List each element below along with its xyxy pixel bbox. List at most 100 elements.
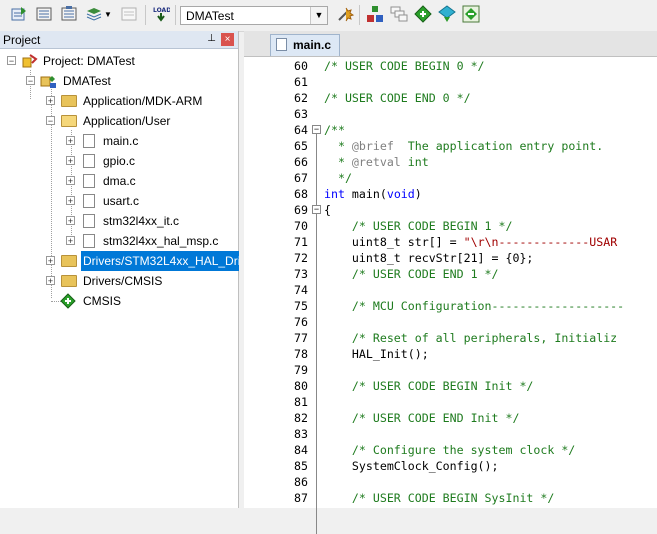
c-file-icon	[276, 38, 287, 51]
folder-open-icon	[61, 115, 77, 127]
pack-installer-icon[interactable]	[414, 5, 432, 23]
tree-item-group[interactable]: + Drivers/CMSIS	[0, 271, 238, 291]
expand-icon[interactable]: +	[66, 156, 75, 166]
tree-item-label: DMATest	[63, 74, 111, 88]
run-time-env-icon[interactable]	[438, 5, 456, 23]
code-line[interactable]: /* USER CODE BEGIN Init */	[324, 378, 534, 394]
collapse-icon[interactable]: −	[26, 76, 35, 86]
svg-text:LOAD: LOAD	[153, 7, 170, 14]
line-number: 79	[294, 363, 308, 377]
toolbar-separator	[359, 5, 360, 25]
code-line[interactable]: /* USER CODE END Init */	[324, 410, 520, 426]
code-line[interactable]: uint8_t recvStr[21] = {0};	[324, 250, 534, 266]
expand-icon[interactable]: +	[66, 196, 75, 206]
code-line[interactable]: SystemClock_Config();	[324, 458, 499, 474]
c-file-icon	[83, 194, 95, 208]
tree-item-label: CMSIS	[83, 294, 122, 308]
tree-item-component[interactable]: CMSIS	[0, 291, 238, 311]
code-line[interactable]: int main(void)	[324, 186, 422, 202]
line-number: 77	[294, 331, 308, 345]
pin-icon[interactable]: ⊥	[207, 33, 216, 44]
line-number: 75	[294, 299, 308, 313]
expand-icon[interactable]: +	[46, 96, 55, 106]
target-select[interactable]: DMATest ▼	[180, 6, 328, 25]
line-number: 61	[294, 75, 308, 89]
c-file-icon	[83, 174, 95, 188]
line-number: 65	[294, 139, 308, 153]
tree-item-file[interactable]: + stm32l4xx_hal_msp.c	[0, 231, 238, 251]
c-file-icon	[83, 234, 95, 248]
tree-item-label: gpio.c	[103, 154, 136, 168]
toolbar: ▼ LOAD DMATest ▼	[0, 0, 657, 32]
expand-icon[interactable]: +	[46, 256, 55, 266]
expand-icon[interactable]: +	[66, 136, 75, 146]
c-file-icon	[83, 214, 95, 228]
line-number-gutter: − − 60 61 62 63 64 65 66 67 68 69 70 71 72 73 74 75 76 77…	[244, 57, 321, 534]
code-line[interactable]: /* USER CODE END 0 */	[324, 90, 471, 106]
tree-item-file[interactable]: + stm32l4xx_it.c	[0, 211, 238, 231]
expand-icon[interactable]: +	[46, 276, 55, 286]
rebuild-icon[interactable]	[60, 5, 78, 23]
line-number: 72	[294, 251, 308, 265]
line-number: 60	[294, 59, 308, 73]
line-number: 69	[294, 203, 308, 217]
expand-icon[interactable]: +	[66, 236, 75, 246]
tree-item-label: Application/MDK-ARM	[83, 94, 203, 108]
tree-item-group[interactable]: − Application/User	[0, 111, 238, 131]
tab-main-c[interactable]: main.c	[270, 34, 340, 56]
code-line[interactable]: /* MCU Configuration-------------------	[324, 298, 624, 314]
close-icon[interactable]: ×	[221, 33, 234, 46]
code-line[interactable]: */	[324, 170, 352, 186]
cmsis-component-icon	[60, 293, 76, 315]
expand-icon[interactable]: +	[66, 216, 75, 226]
build-icon[interactable]	[35, 5, 53, 23]
tree-item-file[interactable]: + dma.c	[0, 171, 238, 191]
tab-label: main.c	[293, 38, 332, 52]
select-packs-icon[interactable]	[390, 5, 408, 23]
manage-components-icon[interactable]	[366, 5, 384, 23]
line-number: 62	[294, 91, 308, 105]
line-number: 85	[294, 459, 308, 473]
tree-item-group-selected[interactable]: + Drivers/STM32L4xx_HAL_Driv	[0, 251, 239, 271]
batch-build-icon[interactable]	[85, 5, 103, 23]
code-line[interactable]: /* USER CODE BEGIN 0 */	[324, 58, 485, 74]
code-line[interactable]: /**	[324, 122, 345, 138]
line-number: 84	[294, 443, 308, 457]
tree-item-file[interactable]: + usart.c	[0, 191, 238, 211]
options-icon[interactable]	[336, 5, 355, 23]
tree-item-label: main.c	[103, 134, 139, 148]
stop-build-icon[interactable]	[120, 5, 138, 23]
code-line[interactable]: HAL_Init();	[324, 346, 429, 362]
code-area[interactable]: /* USER CODE BEGIN 0 */ /* USER CODE END …	[310, 57, 657, 508]
tree-item-group[interactable]: + Application/MDK-ARM	[0, 91, 238, 111]
code-line[interactable]: * @retval int	[324, 154, 429, 170]
toolbar-separator	[175, 5, 176, 25]
tree-item-label: Drivers/STM32L4xx_HAL_Driv	[81, 251, 239, 271]
code-line[interactable]: /* USER CODE END 1 */	[324, 266, 499, 282]
code-line[interactable]: uint8_t str[] = "\r\n-------------USAR	[324, 234, 617, 250]
code-line[interactable]: /* USER CODE BEGIN 1 */	[324, 218, 513, 234]
expand-icon[interactable]: +	[66, 176, 75, 186]
line-number: 64	[294, 123, 308, 137]
code-line[interactable]: {	[324, 202, 331, 218]
chevron-down-icon[interactable]: ▼	[310, 7, 327, 24]
collapse-icon[interactable]: −	[7, 56, 16, 66]
tree-item-label: usart.c	[103, 194, 140, 208]
code-line[interactable]: * @brief The application entry point.	[324, 138, 603, 154]
software-packs-icon[interactable]	[462, 5, 480, 23]
line-number: 81	[294, 395, 308, 409]
chevron-down-icon[interactable]: ▼	[104, 10, 112, 19]
tree-item-file[interactable]: + gpio.c	[0, 151, 238, 171]
target-select-value: DMATest	[186, 9, 234, 23]
tree-item-target[interactable]: − DMATest	[0, 71, 238, 91]
collapse-icon[interactable]: −	[46, 116, 55, 126]
code-line[interactable]: /* Reset of all peripherals, Initializ	[324, 330, 617, 346]
tree-item-project[interactable]: − Project: DMATest	[0, 51, 238, 71]
code-line[interactable]: /* Configure the system clock */	[324, 442, 575, 458]
code-line[interactable]: /* USER CODE BEGIN SysInit */	[324, 490, 554, 506]
tree-item-label: Drivers/CMSIS	[83, 274, 163, 288]
download-icon[interactable]: LOAD	[152, 5, 171, 23]
tree-item-file[interactable]: + main.c	[0, 131, 238, 151]
line-number: 80	[294, 379, 308, 393]
translate-icon[interactable]	[10, 5, 28, 23]
